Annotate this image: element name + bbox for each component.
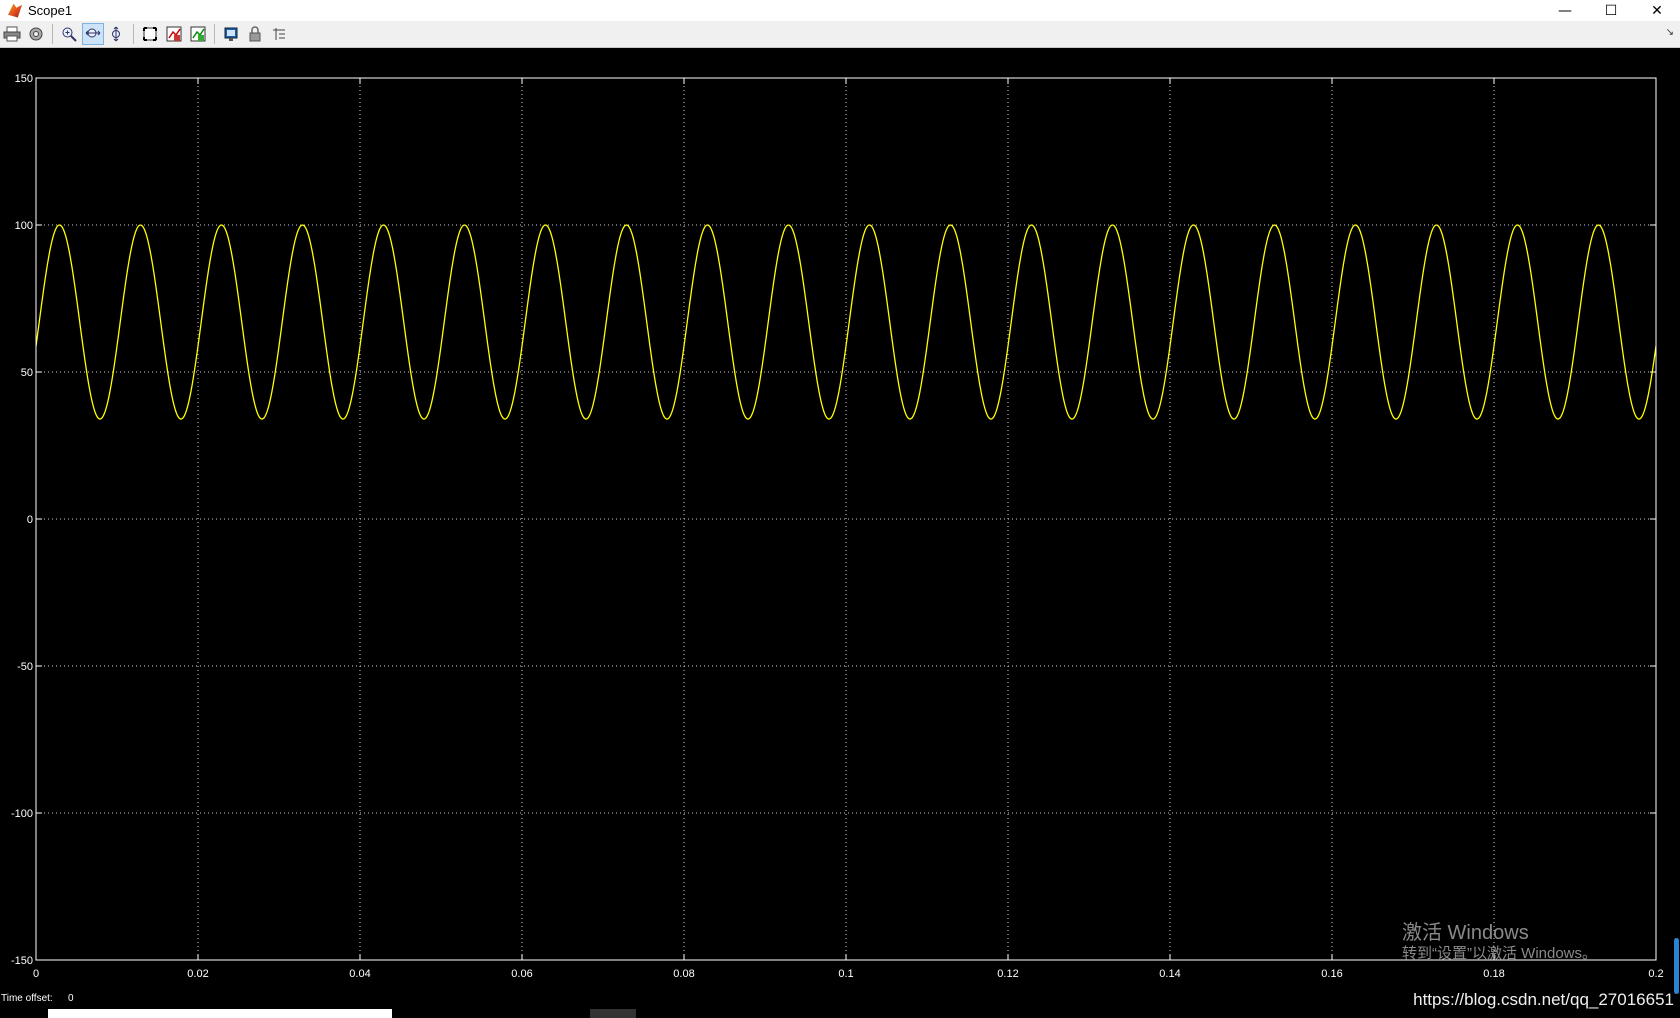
activate-windows-subtitle: 转到“设置”以激活 Windows。 [1402, 945, 1598, 962]
scope-chart: 0 0.02 0.04 0.06 0.08 0.1 0.12 0.14 0.16 0.18 0.2 1… [0, 48, 1680, 996]
x-tick-label: 0.1 [838, 968, 853, 980]
matlab-icon [8, 3, 22, 18]
x-tick-label: 0.02 [187, 968, 208, 980]
close-button[interactable]: ✕ [1634, 0, 1680, 21]
x-tick-label: 0.08 [673, 968, 694, 980]
title-bar: Scope1 — ☐ ✕ [0, 0, 1680, 21]
taskbar-item[interactable] [590, 1009, 636, 1018]
scope-toolbar: ↘ [0, 21, 1680, 48]
toolbar-separator [214, 24, 215, 44]
minimize-button[interactable]: — [1542, 0, 1588, 21]
maximize-button[interactable]: ☐ [1588, 0, 1634, 21]
save-axes-icon[interactable] [163, 23, 185, 45]
y-tick-label: 50 [21, 367, 33, 379]
status-bar: Time offset: 0 https://blog.csdn.net/qq_… [0, 990, 1680, 1018]
zoom-icon[interactable] [58, 23, 80, 45]
x-tick-label: 0 [33, 968, 39, 980]
y-tick-label: -100 [11, 808, 33, 820]
x-tick-label: 0.16 [1321, 968, 1342, 980]
x-tick-label: 0.06 [511, 968, 532, 980]
x-tick-label: 0.14 [1159, 968, 1180, 980]
y-tick-label: 100 [15, 220, 33, 232]
activate-windows-title: 激活 Windows [1402, 922, 1529, 944]
toolbar-separator [133, 24, 134, 44]
time-offset-value: 0 [68, 993, 74, 1004]
autoscale-icon[interactable] [139, 23, 161, 45]
x-tick-label: 0.04 [349, 968, 370, 980]
x-tick-label: 0.2 [1648, 968, 1663, 980]
y-tick-label: 0 [27, 514, 33, 526]
y-tick-label: 150 [15, 73, 33, 85]
lock-icon[interactable] [244, 23, 266, 45]
vertical-scroll-indicator[interactable] [1674, 938, 1679, 994]
y-tick-label: -50 [17, 661, 33, 673]
zoom-y-icon[interactable] [106, 23, 128, 45]
scope-plot-area: 0 0.02 0.04 0.06 0.08 0.1 0.12 0.14 0.16 0.18 0.2 1… [0, 48, 1680, 996]
time-offset-label: Time offset: [1, 993, 53, 1004]
horizontal-scrollbar-thumb[interactable] [48, 1009, 392, 1018]
x-tick-label: 0.12 [997, 968, 1018, 980]
x-tick-label: 0.18 [1483, 968, 1504, 980]
toolbar-overflow-icon[interactable]: ↘ [1666, 27, 1674, 38]
signal-selector-icon[interactable] [268, 23, 290, 45]
toolbar-separator [52, 24, 53, 44]
zoom-x-icon[interactable] [82, 23, 104, 45]
restore-axes-icon[interactable] [187, 23, 209, 45]
y-tick-label: -150 [11, 955, 33, 967]
window-title: Scope1 [28, 3, 73, 18]
print-icon[interactable] [1, 23, 23, 45]
window-controls: — ☐ ✕ [1542, 0, 1680, 21]
floating-scope-icon[interactable] [220, 23, 242, 45]
source-url-watermark: https://blog.csdn.net/qq_27016651 [1413, 990, 1674, 1009]
parameters-icon[interactable] [25, 23, 47, 45]
